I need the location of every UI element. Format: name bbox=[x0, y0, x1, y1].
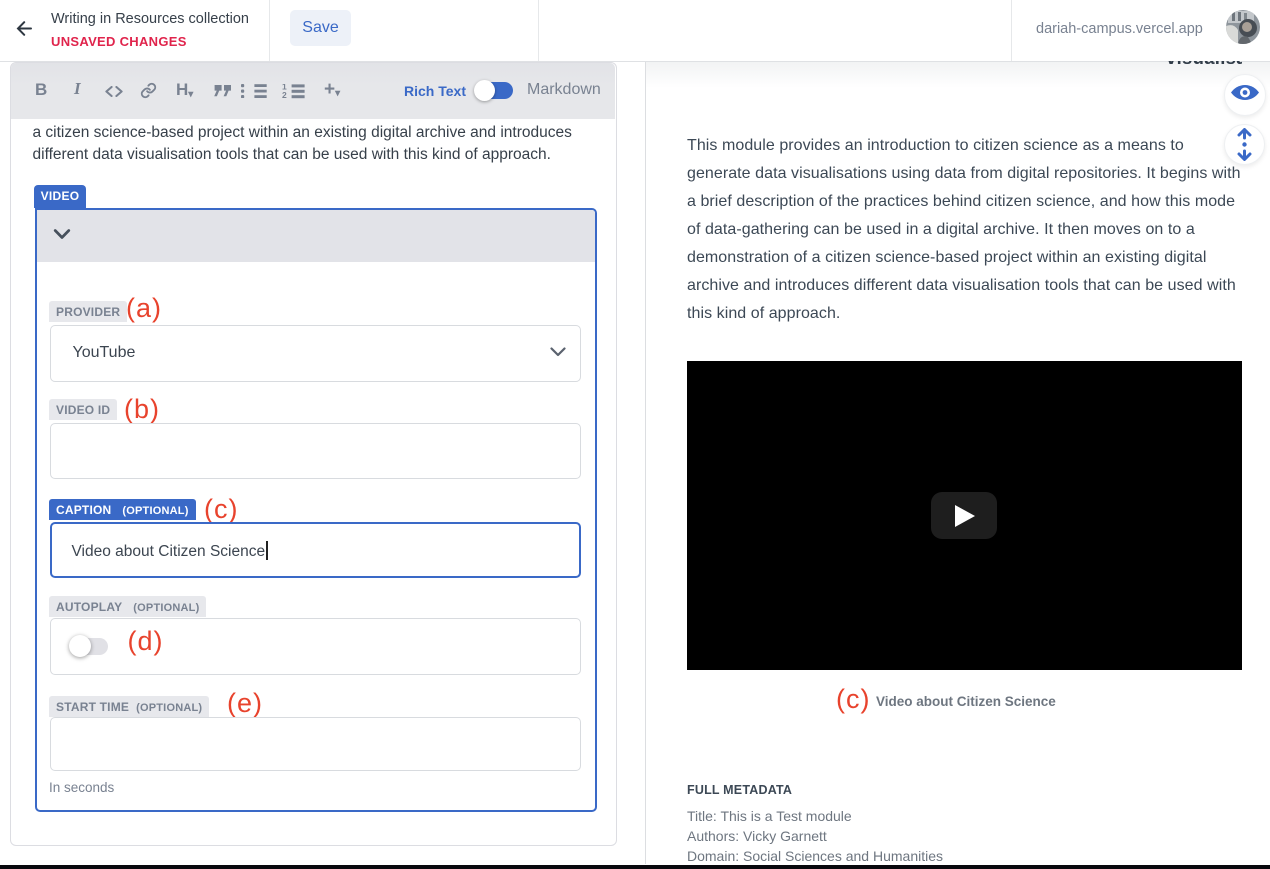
svg-text:2: 2 bbox=[282, 90, 287, 98]
